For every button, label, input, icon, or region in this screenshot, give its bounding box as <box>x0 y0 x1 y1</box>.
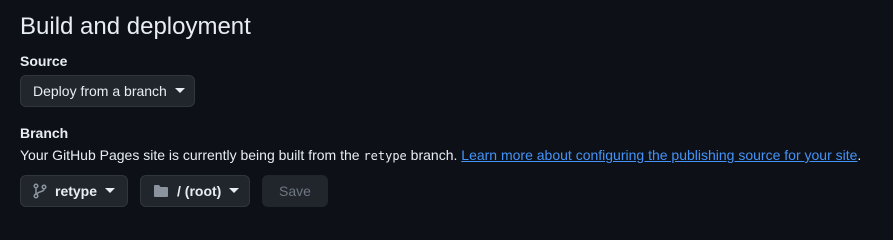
caret-down-icon <box>174 88 185 94</box>
folder-icon <box>153 184 169 198</box>
source-label: Source <box>20 53 68 69</box>
description-prefix: Your GitHub Pages site is currently bein… <box>20 147 364 163</box>
description-suffix: branch. <box>406 147 462 163</box>
learn-more-link[interactable]: Learn more about configuring the publish… <box>461 147 857 163</box>
caret-down-icon <box>229 188 240 194</box>
save-button-label: Save <box>279 183 311 199</box>
folder-select-label: / (root) <box>177 183 222 199</box>
description-branch-code: retype <box>363 149 407 163</box>
branch-select-button[interactable]: retype <box>20 175 128 207</box>
folder-select-button[interactable]: / (root) <box>140 175 250 207</box>
source-dropdown[interactable]: Deploy from a branch <box>20 75 195 107</box>
description-end: . <box>857 147 862 163</box>
section-title: Build and deployment <box>20 13 251 40</box>
branch-description: Your GitHub Pages site is currently bein… <box>20 146 861 165</box>
save-button[interactable]: Save <box>262 175 328 207</box>
branch-select-label: retype <box>55 183 98 199</box>
build-deployment-section: Build and deployment Source Deploy from … <box>0 0 893 215</box>
caret-down-icon <box>105 188 116 194</box>
source-dropdown-label: Deploy from a branch <box>33 83 167 99</box>
branch-label: Branch <box>20 125 69 141</box>
git-branch-icon <box>33 183 47 199</box>
